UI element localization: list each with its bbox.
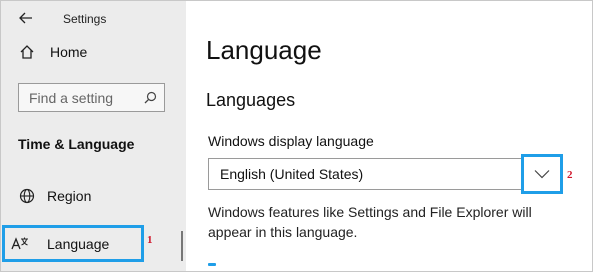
- section-title: Languages: [206, 90, 296, 110]
- search-input[interactable]: [29, 89, 141, 106]
- more-content-hint: [208, 263, 216, 266]
- sidebar-item-label: Region: [47, 188, 92, 204]
- search-box[interactable]: [18, 83, 165, 112]
- language-icon: [9, 235, 31, 253]
- sidebar-item-label: Home: [50, 44, 88, 60]
- sidebar-item-region[interactable]: Region: [1, 183, 186, 209]
- sidebar-item-label: Language: [47, 235, 110, 252]
- home-icon: [18, 43, 36, 61]
- sidebar: Settings Home Time & Language Region Lan…: [1, 1, 186, 271]
- back-arrow-icon[interactable]: [15, 9, 37, 27]
- step-callout-1: 1: [147, 234, 153, 246]
- globe-icon: [18, 187, 36, 205]
- display-language-label: Windows display language: [208, 133, 374, 149]
- chevron-down-icon[interactable]: [521, 154, 563, 194]
- app-title: Settings: [63, 12, 107, 26]
- sidebar-item-language[interactable]: Language: [2, 225, 144, 262]
- display-language-dropdown[interactable]: English (United States): [208, 158, 563, 190]
- main-content: Language Languages Windows display langu…: [186, 1, 592, 271]
- step-callout-2: 2: [567, 169, 573, 181]
- sidebar-item-home[interactable]: Home: [1, 39, 186, 65]
- section-heading: Time & Language: [18, 136, 135, 152]
- dropdown-value: English (United States): [220, 166, 364, 182]
- search-icon[interactable]: [141, 89, 159, 107]
- page-title: Language: [206, 35, 322, 65]
- scrollbar[interactable]: [181, 231, 183, 261]
- description-text: Windows features like Settings and File …: [208, 204, 532, 240]
